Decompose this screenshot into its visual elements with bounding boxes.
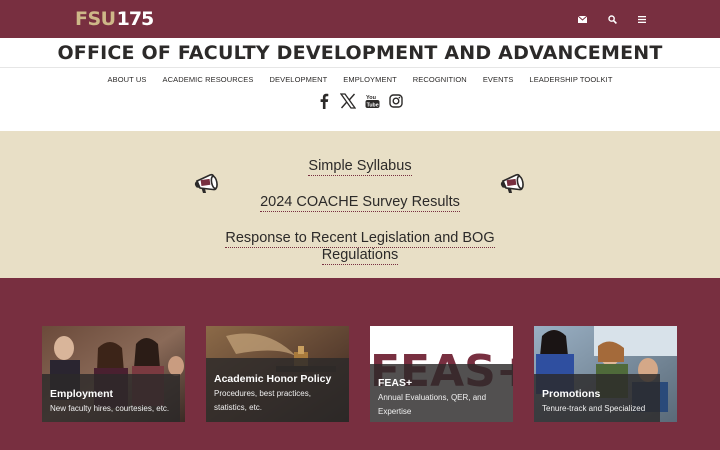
nav-item-development[interactable]: DEVELOPMENT — [269, 71, 327, 89]
megaphone-icon — [500, 173, 524, 193]
card-title: FEAS+ — [378, 377, 413, 389]
logo-175-text: 175 — [116, 8, 155, 30]
announcement-link-coache-survey[interactable]: 2024 COACHE Survey Results — [0, 194, 720, 212]
card-promotions[interactable]: Promotions Tenure-track and Specialized — [534, 326, 677, 422]
card-title: Academic Honor Policy — [214, 373, 332, 385]
top-bar: FSU 175 — [0, 0, 720, 38]
title-divider — [0, 67, 720, 68]
megaphone-icon — [194, 173, 218, 193]
fsu-logo[interactable]: FSU 175 — [75, 8, 155, 30]
envelope-icon[interactable] — [574, 11, 590, 27]
card-subtitle-line1: Procedures, best practices, — [214, 389, 311, 398]
main-nav: ABOUT US ACADEMIC RESOURCES DEVELOPMENT … — [0, 71, 720, 89]
announcement-link-legislation-cont[interactable]: Regulations — [0, 247, 720, 265]
header-utility-icons — [574, 0, 650, 38]
card-caption: Academic Honor Policy Procedures, best p… — [206, 358, 349, 422]
card-academic-honor-policy[interactable]: Academic Honor Policy Procedures, best p… — [206, 326, 349, 422]
nav-item-leadership-toolkit[interactable]: LEADERSHIP TOOLKIT — [529, 71, 612, 89]
card-employment[interactable]: Employment New faculty hires, courtesies… — [42, 326, 185, 422]
card-caption: Employment New faculty hires, courtesies… — [42, 374, 180, 422]
instagram-icon[interactable] — [387, 92, 405, 110]
nav-item-academic-resources[interactable]: ACADEMIC RESOURCES — [163, 71, 254, 89]
card-subtitle: Tenure-track and Specialized — [542, 404, 646, 413]
card-caption: FEAS+ Annual Evaluations, QER, and Exper… — [370, 364, 513, 422]
announcement-label-line1: Response to Recent Legislation and BOG — [225, 230, 495, 248]
youtube-icon[interactable]: You Tube — [363, 92, 381, 110]
card-caption: Promotions Tenure-track and Specialized — [534, 374, 660, 422]
announcement-label-line2: Regulations — [321, 247, 399, 265]
card-subtitle: New faculty hires, courtesies, etc. — [50, 404, 170, 413]
social-links: You Tube — [0, 92, 720, 110]
svg-text:Tube: Tube — [366, 102, 378, 108]
announcement-link-legislation[interactable]: Response to Recent Legislation and BOG — [0, 230, 720, 248]
nav-item-about-us[interactable]: ABOUT US — [107, 71, 146, 89]
menu-icon[interactable] — [634, 11, 650, 27]
announcement-label: 2024 COACHE Survey Results — [260, 194, 460, 212]
card-feas[interactable]: FEAS+ FEAS+ Annual Evaluations, QER, and… — [370, 326, 513, 422]
card-subtitle-line2: statistics, etc. — [214, 403, 263, 412]
logo-fsu-text: FSU — [75, 8, 116, 30]
card-title: Promotions — [542, 388, 601, 400]
card-subtitle-line2: Expertise — [378, 407, 412, 416]
facebook-icon[interactable] — [315, 92, 333, 110]
announcement-label: Simple Syllabus — [308, 158, 412, 176]
nav-item-employment[interactable]: EMPLOYMENT — [343, 71, 397, 89]
search-icon[interactable] — [604, 11, 620, 27]
announcement-link-simple-syllabus[interactable]: Simple Syllabus — [0, 158, 720, 176]
site-title[interactable]: OFFICE OF FACULTY DEVELOPMENT AND ADVANC… — [0, 38, 720, 68]
nav-item-recognition[interactable]: RECOGNITION — [413, 71, 467, 89]
x-icon[interactable] — [339, 92, 357, 110]
card-title: Employment — [50, 388, 114, 400]
nav-item-events[interactable]: EVENTS — [483, 71, 514, 89]
card-subtitle-line1: Annual Evaluations, QER, and — [378, 393, 487, 402]
